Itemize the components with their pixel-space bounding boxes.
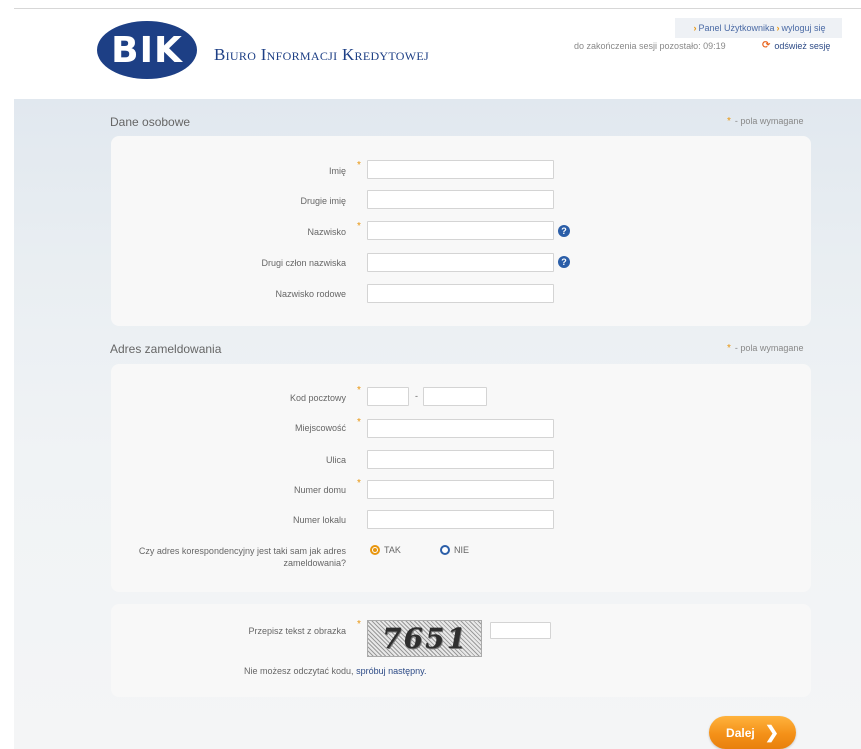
next-button[interactable]: Dalej ❯ — [709, 716, 796, 749]
captcha-image: 7651 — [367, 620, 482, 657]
correspondence-no-label[interactable]: NIE — [454, 545, 469, 555]
required-star-icon: * — [357, 160, 361, 171]
captcha-input[interactable] — [490, 622, 551, 639]
postal-code-label: Kod pocztowy — [289, 393, 346, 403]
required-star-icon: * — [727, 116, 731, 127]
session-timer: do zakończenia sesji pozostało: 09:19 — [574, 41, 726, 51]
street-input[interactable] — [367, 450, 554, 469]
address-section-title: Adres zameldowania — [110, 342, 222, 356]
personal-panel: Imię * Drugie imię Nazwisko * ? Drugi cz… — [111, 136, 811, 326]
required-star-icon: * — [357, 417, 361, 428]
flat-number-input[interactable] — [367, 510, 554, 529]
arrow-right-icon: › — [693, 23, 697, 33]
city-label: Miejscowość — [294, 423, 346, 433]
required-star-icon: * — [357, 385, 361, 396]
help-icon[interactable]: ? — [558, 256, 570, 268]
required-note: * - pola wymagane — [727, 116, 804, 127]
refresh-icon: ⟳ — [762, 40, 771, 51]
captcha-panel: Przepisz tekst z obrazka * 7651 Nie może… — [111, 604, 811, 697]
user-links-bar: › Panel Użytkownika › wyloguj się — [675, 18, 842, 38]
help-icon[interactable]: ? — [558, 225, 570, 237]
chevron-right-icon: ❯ — [764, 722, 779, 742]
required-star-icon: * — [727, 343, 731, 354]
captcha-label: Przepisz tekst z obrazka — [248, 626, 346, 636]
first-name-label: Imię — [328, 166, 346, 176]
last-name-input[interactable] — [367, 221, 554, 240]
flat-number-label: Numer lokalu — [292, 515, 346, 525]
maiden-name-input[interactable] — [367, 284, 554, 303]
postal-code-part2-input[interactable] — [423, 387, 487, 406]
city-input[interactable] — [367, 419, 554, 438]
next-button-label: Dalej — [726, 725, 755, 740]
address-panel: Kod pocztowy * - Miejscowość * Ulica Num… — [111, 364, 811, 592]
correspondence-no-radio[interactable] — [440, 545, 450, 555]
last-name-part2-input[interactable] — [367, 253, 554, 272]
correspondence-yes-label[interactable]: TAK — [384, 545, 401, 555]
middle-name-input[interactable] — [367, 190, 554, 209]
correspondence-question: Czy adres korespondencyjny jest taki sam… — [138, 546, 346, 568]
required-star-icon: * — [357, 221, 361, 232]
house-number-label: Numer domu — [293, 485, 346, 495]
required-star-icon: * — [357, 478, 361, 489]
postal-code-part1-input[interactable] — [367, 387, 409, 406]
last-name-part2-label: Drugi człon nazwiska — [261, 258, 346, 268]
refresh-session-link[interactable]: odśwież sesję — [774, 41, 830, 51]
first-name-input[interactable] — [367, 160, 554, 179]
maiden-name-label: Nazwisko rodowe — [275, 289, 346, 299]
user-panel-link[interactable]: Panel Użytkownika — [698, 23, 774, 33]
postal-code-separator: - — [415, 391, 418, 401]
street-label: Ulica — [325, 455, 346, 465]
correspondence-yes-radio[interactable] — [370, 545, 380, 555]
bik-logo: BIK — [97, 21, 197, 79]
last-name-label: Nazwisko — [307, 227, 346, 237]
arrow-right-icon: › — [776, 23, 780, 33]
middle-name-label: Drugie imię — [300, 196, 346, 206]
required-note: * - pola wymagane — [727, 343, 804, 354]
logout-link[interactable]: wyloguj się — [782, 23, 826, 33]
captcha-next-link[interactable]: spróbuj następny. — [356, 666, 426, 676]
refresh-session[interactable]: ⟳ odśwież sesję — [762, 40, 830, 51]
main-content: Dane osobowe * - pola wymagane Imię * Dru… — [14, 99, 861, 749]
personal-section-title: Dane osobowe — [110, 115, 191, 129]
captcha-help: Nie możesz odczytać kodu, spróbuj następ… — [244, 666, 427, 676]
org-name: Biuro Informacji Kredytowej — [214, 45, 429, 64]
required-star-icon: * — [357, 619, 361, 630]
house-number-input[interactable] — [367, 480, 554, 499]
header: BIK Biuro Informacji Kredytowej › Panel … — [14, 9, 861, 99]
